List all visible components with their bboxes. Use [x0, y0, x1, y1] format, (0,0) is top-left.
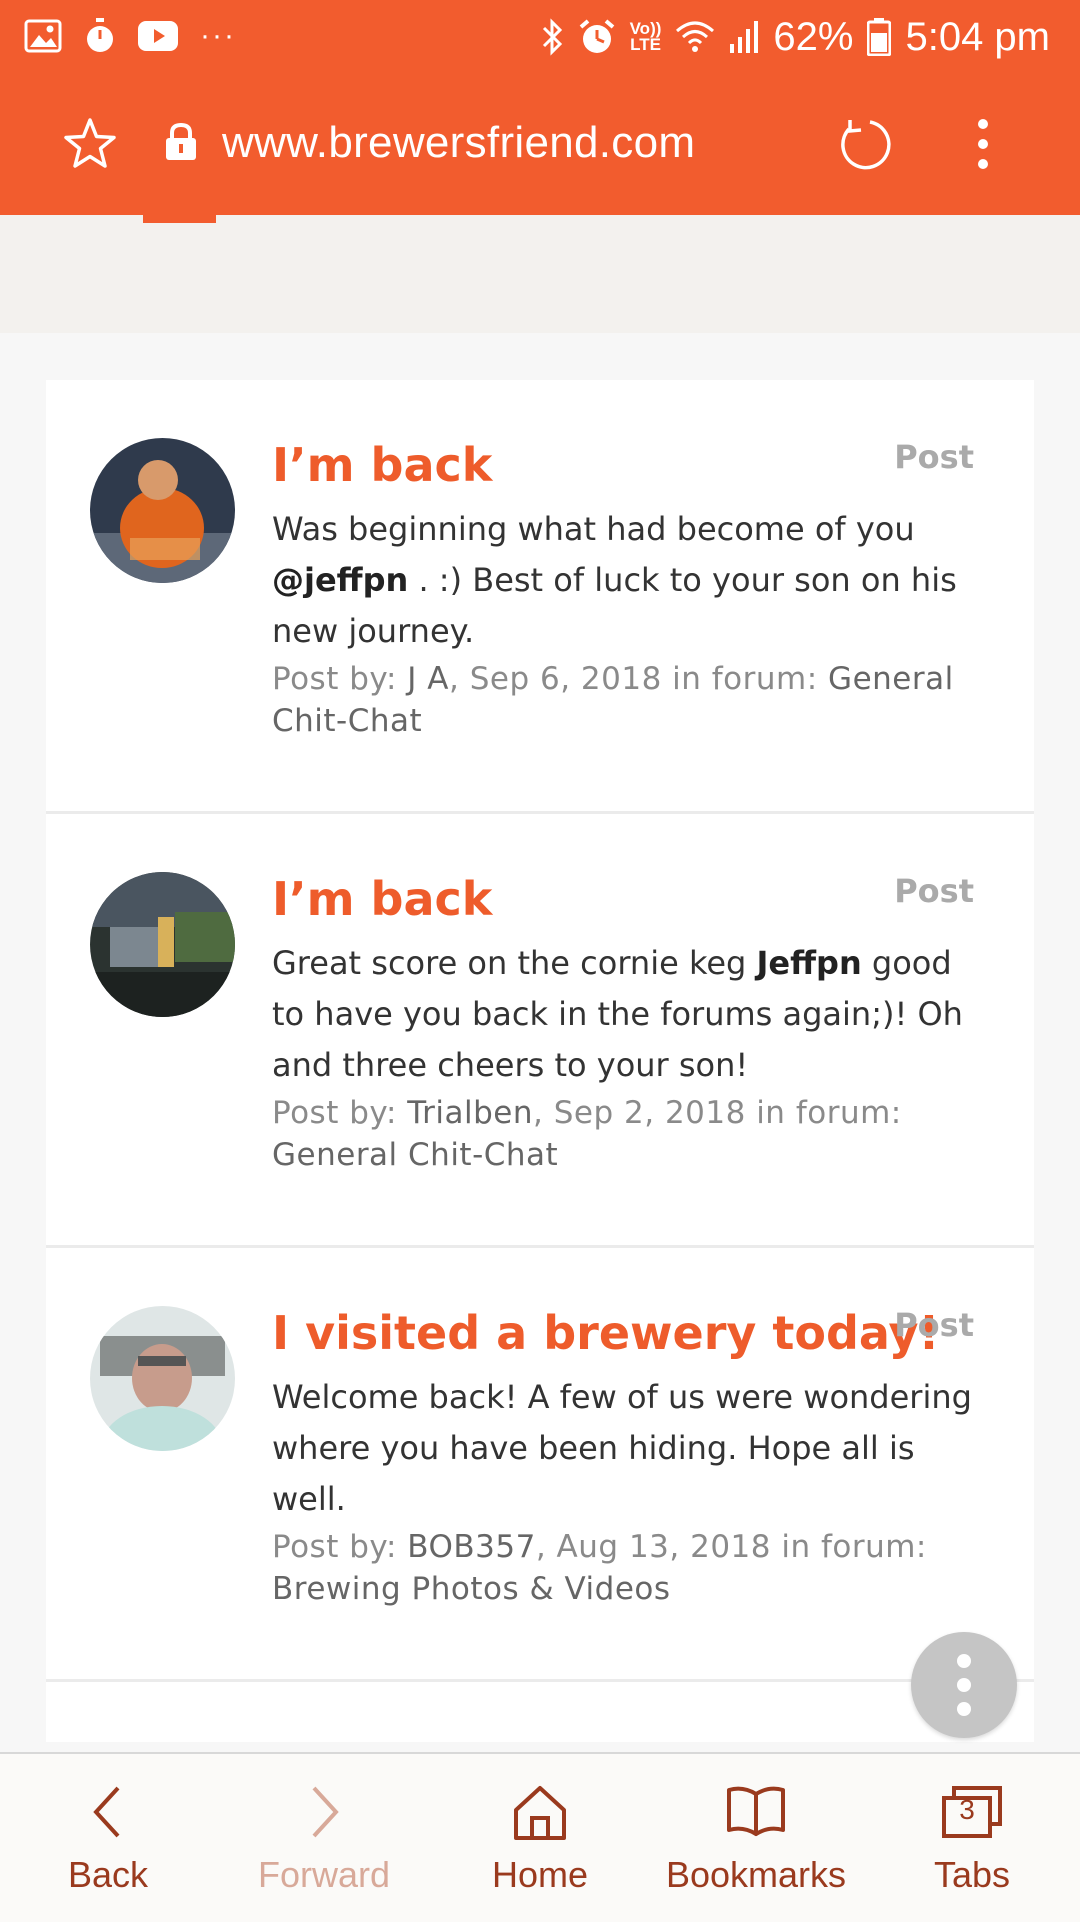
list-item[interactable]: I’m back Post Was beginning what had bec… [46, 380, 1034, 814]
post-title[interactable]: I visited a brewery today! [272, 1306, 940, 1360]
bookmarks-label: Bookmarks [665, 1854, 847, 1895]
wifi-icon [675, 21, 715, 53]
system-indicators: Vo)) LTE 62% 5:04 pm [540, 12, 1050, 62]
bookmarks-button[interactable]: Bookmarks [648, 1754, 864, 1922]
bluetooth-icon [540, 17, 564, 57]
avatar[interactable] [90, 872, 235, 1017]
post-title[interactable]: I’m back [272, 438, 492, 492]
tabs-label: Tabs [933, 1854, 1011, 1895]
post-title[interactable]: I’m back [272, 872, 492, 926]
post-excerpt: Was beginning what had become of you @je… [272, 510, 957, 650]
back-label: Back [67, 1854, 149, 1895]
clock: 5:04 pm [905, 14, 1050, 59]
chevron-right-icon [216, 1784, 432, 1844]
post-list: I’m back Post Was beginning what had bec… [46, 380, 1034, 1742]
home-icon [432, 1784, 648, 1844]
avatar[interactable] [90, 438, 235, 583]
dot-icon [957, 1654, 971, 1668]
alarm-icon [578, 18, 616, 56]
back-button[interactable]: Back [0, 1754, 216, 1922]
tabs-button[interactable]: 3 Tabs [864, 1754, 1080, 1922]
reload-icon[interactable] [836, 116, 892, 176]
post-excerpt: Great score on the cornie keg Jeffpn goo… [272, 944, 963, 1084]
signal-icon [729, 20, 759, 54]
avatar[interactable] [90, 1306, 235, 1451]
home-label: Home [491, 1854, 589, 1895]
list-item [46, 1682, 1034, 1742]
forward-label: Forward [257, 1854, 391, 1895]
url-field[interactable]: www.brewersfriend.com [222, 118, 695, 168]
page-tab-strip [0, 215, 1080, 333]
tabs-icon: 3 [864, 1784, 1080, 1844]
post-excerpt: Welcome back! A few of us were wondering… [272, 1378, 972, 1518]
forum-link[interactable]: Brewing Photos & Videos [272, 1571, 671, 1607]
tab-count: 3 [959, 1794, 975, 1825]
overflow-menu-icon[interactable] [968, 114, 998, 178]
post-type-label: Post [894, 872, 974, 910]
active-tab-indicator [143, 215, 216, 223]
battery-percent: 62% [773, 14, 854, 59]
status-bar: ··· Vo)) LTE 62% 5:04 pm [0, 0, 1080, 74]
star-icon[interactable] [62, 116, 118, 176]
youtube-icon [138, 21, 178, 51]
author-link[interactable]: Trialben [407, 1095, 533, 1131]
bookmarks-icon [648, 1784, 864, 1844]
user-mention[interactable]: @jeffpn [272, 561, 408, 599]
dot-icon [957, 1678, 971, 1692]
more-actions-button[interactable] [911, 1632, 1017, 1738]
stopwatch-icon [84, 18, 116, 54]
post-type-label: Post [894, 1306, 974, 1344]
forum-link[interactable]: General Chit-Chat [272, 1137, 558, 1173]
browser-bottom-nav: Back Forward Home Bookmarks 3 Tabs [0, 1752, 1080, 1922]
browser-toolbar: www.brewersfriend.com [0, 74, 1080, 215]
volte-indicator: Vo)) LTE [629, 19, 662, 54]
dot-icon [957, 1702, 971, 1716]
forward-button[interactable]: Forward [216, 1754, 432, 1922]
author-link[interactable]: J A [407, 661, 449, 697]
notification-icons: ··· [24, 14, 236, 58]
more-dots-icon: ··· [200, 19, 236, 52]
author-link[interactable]: BOB357 [407, 1529, 536, 1565]
home-button[interactable]: Home [432, 1754, 648, 1922]
chevron-left-icon [0, 1784, 216, 1844]
post-meta: Post by: Trialben, Sep 2, 2018 in forum:… [272, 1095, 902, 1173]
post-type-label: Post [894, 438, 974, 476]
battery-icon [867, 18, 892, 56]
post-meta: Post by: J A, Sep 6, 2018 in forum: Gene… [272, 661, 954, 739]
user-mention[interactable]: Jeffpn [757, 944, 862, 982]
list-item[interactable]: I’m back Post Great score on the cornie … [46, 814, 1034, 1248]
image-icon [24, 19, 62, 53]
lock-icon [163, 122, 199, 166]
list-item[interactable]: I visited a brewery today! Post Welcome … [46, 1248, 1034, 1682]
post-meta: Post by: BOB357, Aug 13, 2018 in forum: … [272, 1529, 927, 1607]
